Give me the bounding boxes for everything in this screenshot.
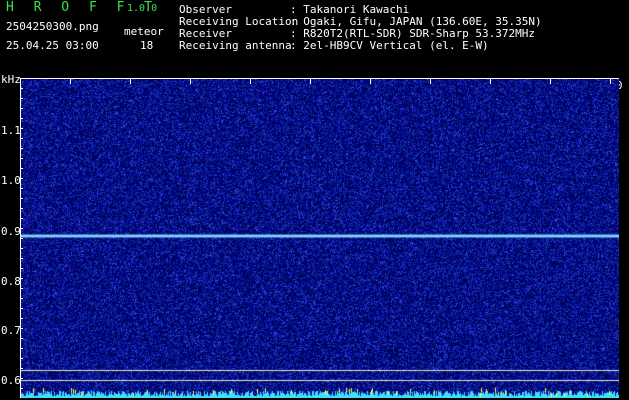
- y-tick-1-1: 1.1: [1, 124, 21, 137]
- y-tick-0-9: 0.9: [1, 225, 21, 238]
- y-tick-0-8: 0.8: [1, 275, 21, 288]
- spectrogram-frame: [20, 78, 619, 398]
- info-value-antenna: : 2el-HB9CV Vertical (el. E-W): [290, 39, 489, 52]
- app-version: 1.0.0: [127, 3, 158, 14]
- date-time: 25.04.25 03:00: [6, 39, 99, 52]
- info-label-antenna: Receiving antenna: [179, 39, 292, 52]
- y-tick-0-7: 0.7: [1, 324, 21, 337]
- meteor-label: meteor: [124, 25, 164, 38]
- y-axis-unit: kHz: [1, 73, 21, 86]
- y-tick-0-6: 0.6: [1, 374, 21, 387]
- meteor-count: 18: [140, 39, 154, 52]
- file-name: 2504250300.png: [6, 20, 99, 33]
- y-tick-1-0: 1.0: [1, 174, 21, 187]
